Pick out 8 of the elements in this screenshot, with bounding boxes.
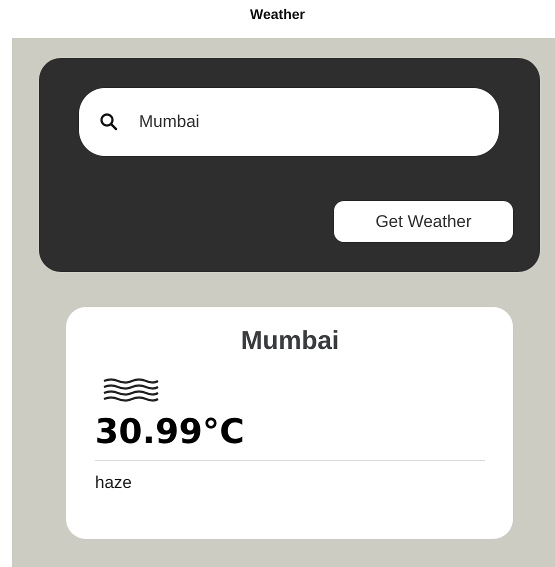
- city-name: Mumbai: [240, 325, 340, 356]
- search-icon: [99, 112, 119, 132]
- weather-description: haze: [95, 473, 133, 493]
- search-field[interactable]: Mumbai: [139, 112, 479, 132]
- temperature: 30.99°C: [95, 412, 246, 452]
- window-title: Weather: [250, 5, 305, 24]
- haze-icon: [103, 378, 159, 402]
- get-weather-button[interactable]: Get Weather: [334, 201, 513, 242]
